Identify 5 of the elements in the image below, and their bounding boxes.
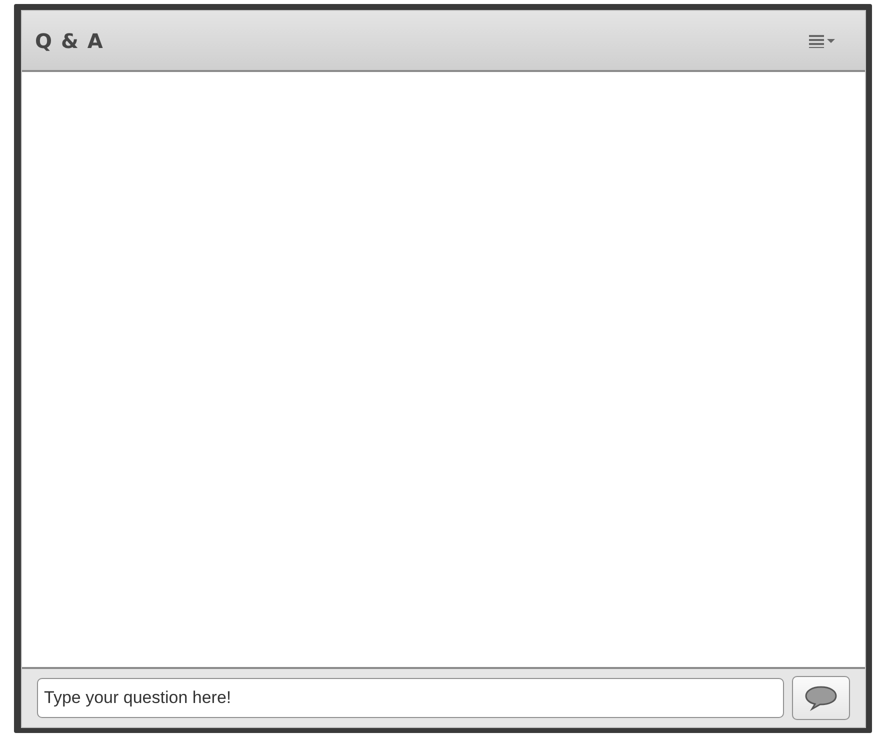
panel-title: Q & A (35, 28, 104, 52)
send-button[interactable] (792, 676, 850, 720)
speech-bubble-icon (804, 685, 838, 711)
menu-icon (809, 34, 837, 48)
question-field[interactable]: Type your question here! (37, 678, 784, 718)
